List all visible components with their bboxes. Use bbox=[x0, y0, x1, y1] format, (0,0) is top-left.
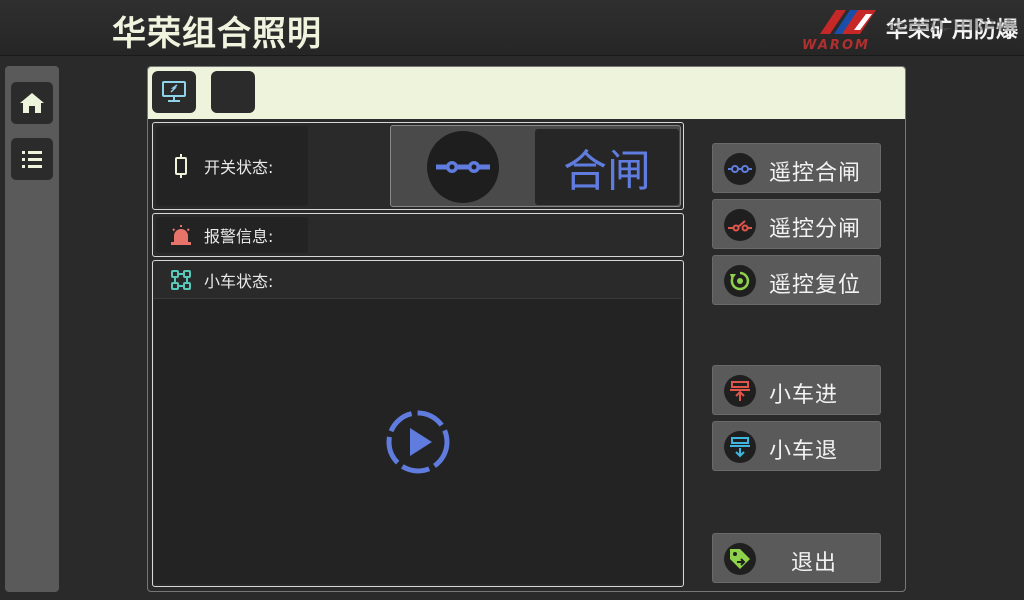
home-icon bbox=[20, 93, 44, 113]
remote-open-icon-wrap bbox=[724, 209, 756, 241]
switch-open-icon bbox=[728, 220, 752, 232]
remote-close-label: 遥控合闸 bbox=[769, 161, 862, 186]
cart-out-label: 小车退 bbox=[769, 439, 839, 464]
exit-label: 退出 bbox=[791, 551, 838, 576]
monitor-icon bbox=[162, 81, 186, 102]
warom-logo-icon bbox=[820, 10, 876, 34]
switch-status-label: 开关状态: bbox=[204, 158, 274, 177]
switch-status-display: 合闸 bbox=[390, 125, 681, 207]
reset-icon bbox=[730, 271, 750, 291]
remote-close-icon-wrap bbox=[724, 153, 756, 185]
switch-status-label-card: 开关状态: bbox=[156, 126, 308, 206]
cart-in-icon-wrap bbox=[724, 375, 756, 407]
cart-status-header: 小车状态: bbox=[156, 264, 680, 296]
alarm-info-label-card: 报警信息: bbox=[156, 217, 308, 253]
cart-in-icon bbox=[730, 381, 750, 401]
brand-name-reflection: 华荣矿用防爆 bbox=[886, 16, 1019, 31]
cart-in-button[interactable]: 小车进 bbox=[712, 365, 881, 415]
remote-close-button[interactable]: 遥控合闸 bbox=[712, 143, 881, 193]
cart-status-box: 小车状态: bbox=[152, 260, 684, 587]
monitor-button[interactable] bbox=[152, 71, 196, 113]
app-title: 华荣组合照明 bbox=[112, 14, 322, 54]
brand-logo: WAROM 华荣矿用防爆 华荣矿用防爆 bbox=[800, 4, 1024, 54]
alarm-info-box: 报警信息: bbox=[152, 213, 684, 257]
cart-out-icon bbox=[730, 437, 750, 458]
main-panel: 开关状态: 合闸 报警信息: 小车状态: 遥控合闸 遥控分闸 遥控复位 小车进 … bbox=[147, 66, 906, 592]
switch-closed-icon bbox=[728, 165, 752, 173]
switch-closed-icon bbox=[436, 161, 490, 173]
exit-icon-wrap bbox=[724, 543, 756, 575]
remote-reset-button[interactable]: 遥控复位 bbox=[712, 255, 881, 305]
switch-icon bbox=[175, 154, 187, 178]
panel-toolbar bbox=[148, 67, 905, 119]
cart-video-area[interactable] bbox=[154, 298, 681, 584]
cart-out-button[interactable]: 小车退 bbox=[712, 421, 881, 471]
cart-in-label: 小车进 bbox=[769, 383, 839, 408]
remote-open-button[interactable]: 遥控分闸 bbox=[712, 199, 881, 249]
brand-sub-label: WAROM bbox=[802, 38, 870, 53]
exit-button[interactable]: 退出 bbox=[712, 533, 881, 583]
alarm-info-label: 报警信息: bbox=[204, 227, 274, 246]
switch-status-box: 开关状态: 合闸 bbox=[152, 122, 684, 210]
remote-open-label: 遥控分闸 bbox=[769, 217, 862, 242]
remote-reset-icon-wrap bbox=[724, 265, 756, 297]
header-bar: 华荣组合照明 WAROM 华荣矿用防爆 华荣矿用防爆 bbox=[0, 0, 1024, 56]
blank-tool-button[interactable] bbox=[211, 71, 255, 113]
exit-tag-icon bbox=[730, 549, 750, 569]
cart-nodes-icon bbox=[171, 270, 191, 290]
list-icon bbox=[22, 151, 42, 168]
switch-status-value: 合闸 bbox=[535, 129, 679, 205]
left-nav-rail bbox=[5, 66, 59, 592]
remote-reset-label: 遥控复位 bbox=[769, 273, 862, 298]
alarm-light-icon bbox=[171, 225, 191, 245]
cart-status-label: 小车状态: bbox=[204, 272, 274, 291]
cart-out-icon-wrap bbox=[724, 431, 756, 463]
home-button[interactable] bbox=[11, 82, 53, 124]
list-button[interactable] bbox=[11, 138, 53, 180]
play-icon[interactable] bbox=[384, 408, 452, 476]
switch-indicator bbox=[427, 131, 499, 203]
